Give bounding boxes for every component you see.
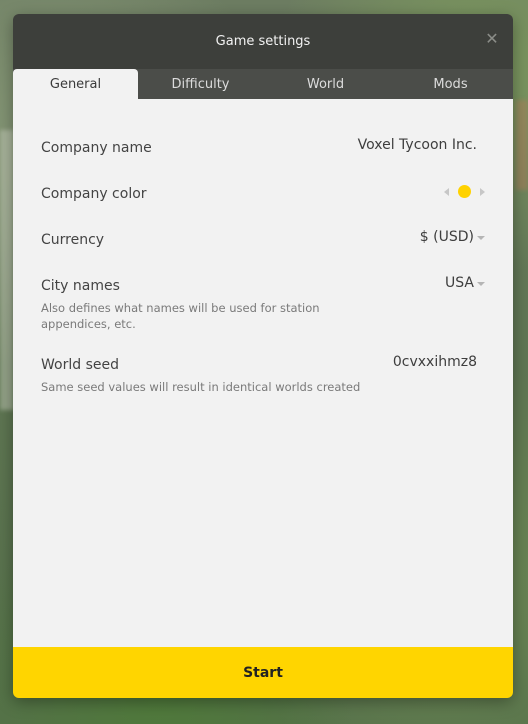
arrow-left-icon[interactable] xyxy=(444,187,449,196)
currency-value: $ (USD) xyxy=(419,229,474,245)
city-names-description: Also defines what names will be used for… xyxy=(41,301,320,331)
city-names-value: USA xyxy=(445,275,474,291)
close-icon[interactable]: ✕ xyxy=(483,30,501,48)
background-building xyxy=(516,100,528,190)
company-name-label: Company name xyxy=(41,140,152,156)
company-color-swatch xyxy=(458,185,471,198)
dialog-header: Game settings ✕ xyxy=(13,14,513,69)
world-seed-field[interactable]: 0cvxxihmz8 xyxy=(393,354,477,370)
world-seed-row: World seed 0cvxxihmz8 Same seed values w… xyxy=(41,354,485,414)
city-names-dropdown[interactable]: USA xyxy=(445,275,485,291)
chevron-down-icon xyxy=(477,281,485,286)
arrow-right-icon[interactable] xyxy=(480,187,485,196)
company-color-label: Company color xyxy=(41,186,147,202)
tab-difficulty[interactable]: Difficulty xyxy=(138,69,263,99)
start-button[interactable]: Start xyxy=(13,647,513,698)
chevron-down-icon xyxy=(477,235,485,240)
settings-tabs: General Difficulty World Mods xyxy=(13,69,513,99)
city-names-label: City names xyxy=(41,278,120,294)
currency-row: Currency $ (USD) xyxy=(41,229,485,275)
tab-mods[interactable]: Mods xyxy=(388,69,513,99)
game-settings-dialog: Game settings ✕ General Difficulty World… xyxy=(13,14,513,698)
background-sign xyxy=(0,130,14,410)
company-color-picker xyxy=(444,185,485,198)
world-seed-label: World seed xyxy=(41,357,119,373)
city-names-row: City names USA Also defines what names w… xyxy=(41,275,485,354)
currency-dropdown[interactable]: $ (USD) xyxy=(420,229,485,245)
company-name-field[interactable]: Voxel Tycoon Inc. xyxy=(358,137,477,153)
general-settings-panel: Company name Voxel Tycoon Inc. Company c… xyxy=(13,99,513,647)
company-color-row: Company color xyxy=(41,183,485,229)
currency-label: Currency xyxy=(41,232,105,248)
company-name-row: Company name Voxel Tycoon Inc. xyxy=(41,137,485,183)
tab-world[interactable]: World xyxy=(263,69,388,99)
dialog-title: Game settings xyxy=(215,34,311,49)
world-seed-description: Same seed values will result in identica… xyxy=(41,380,361,394)
tab-general[interactable]: General xyxy=(13,69,138,99)
